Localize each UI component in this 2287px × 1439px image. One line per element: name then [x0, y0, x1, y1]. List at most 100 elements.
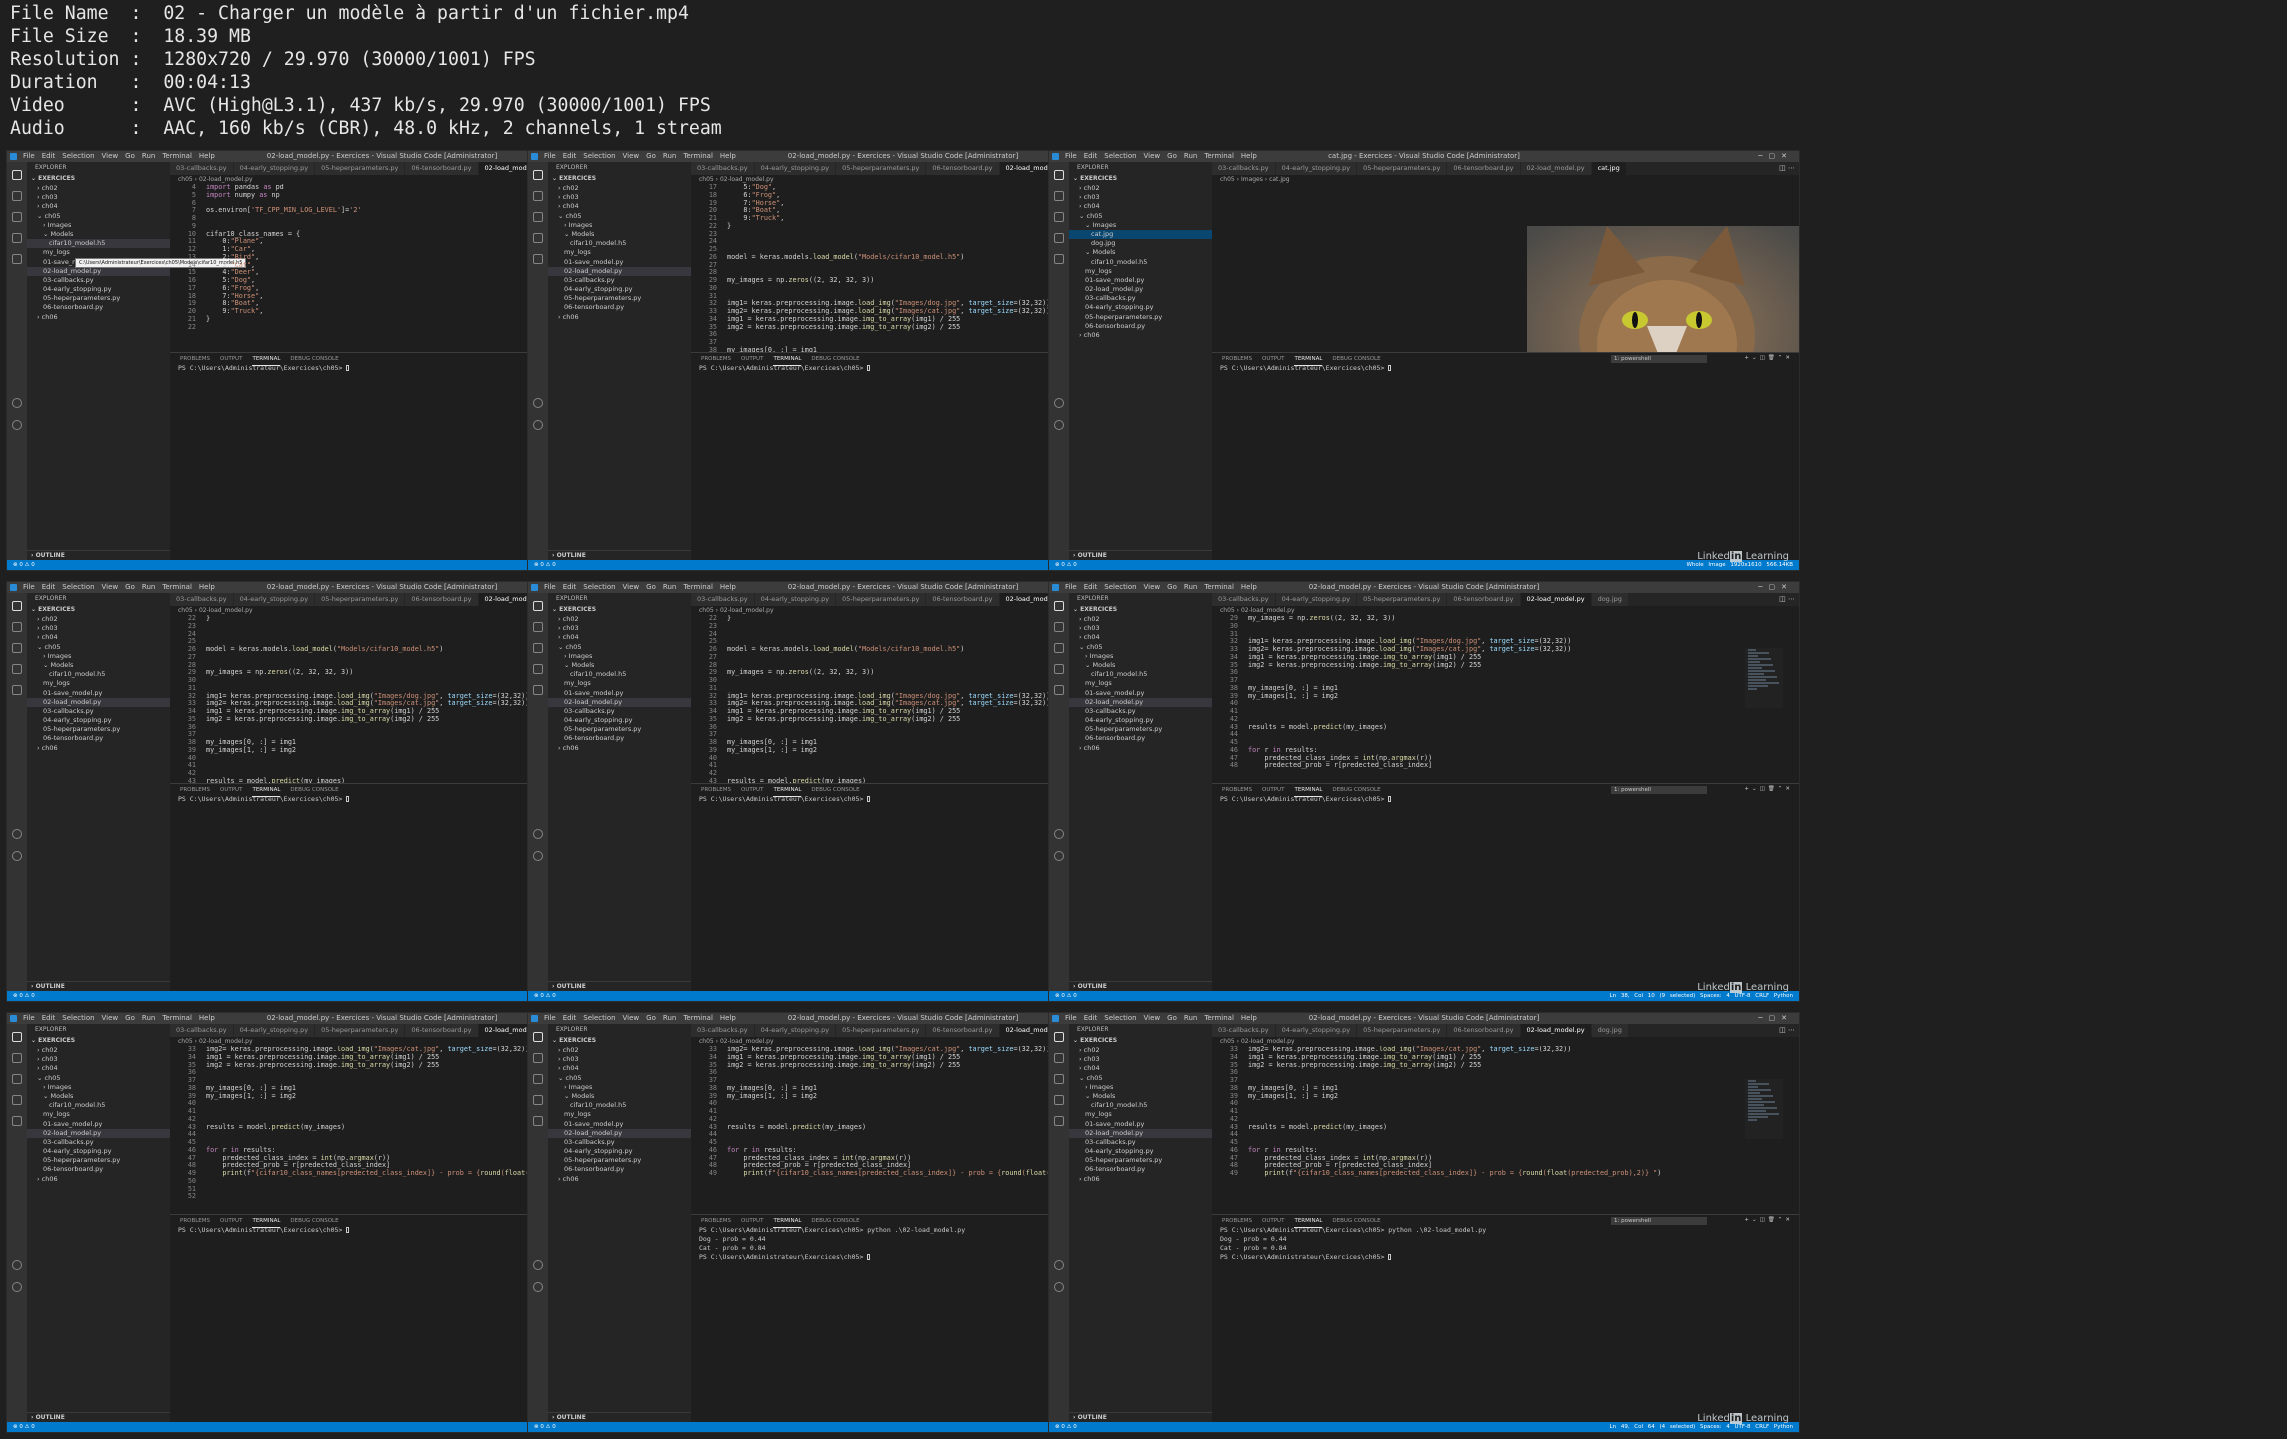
tree-item[interactable]: ⌄ Models: [27, 661, 170, 670]
tree-item[interactable]: 05-heperparameters.py: [1069, 313, 1212, 322]
search-icon[interactable]: [533, 1053, 543, 1063]
tree-item[interactable]: cifar10_model.h5: [27, 239, 170, 249]
tree-item[interactable]: › ch06: [27, 313, 170, 322]
tree-item[interactable]: › Images: [548, 221, 691, 230]
panel-actions-icon[interactable]: +⌄◫🗑⌃✕: [1744, 355, 1793, 361]
editor-tab[interactable]: 06-tensorboard.py: [405, 1024, 479, 1037]
tree-item[interactable]: 03-callbacks.py: [27, 276, 170, 285]
tree-item[interactable]: cat.jpg: [1069, 229, 1212, 240]
gear-icon[interactable]: [12, 420, 22, 430]
editor-tab[interactable]: 02-load_model.py: [1520, 593, 1592, 606]
status-errors[interactable]: ⊗ 0 ⚠ 0: [1055, 560, 1077, 570]
account-icon[interactable]: [533, 1260, 543, 1270]
extensions-icon[interactable]: [1054, 685, 1064, 695]
tree-item[interactable]: 05-heperparameters.py: [27, 1156, 170, 1165]
search-icon[interactable]: [533, 191, 543, 201]
editor-tab[interactable]: 05-heperparameters.py: [836, 1024, 927, 1037]
account-icon[interactable]: [533, 398, 543, 408]
tree-item[interactable]: my_logs: [27, 679, 170, 688]
tree-item[interactable]: 06-tensorboard.py: [27, 303, 170, 312]
tree-item[interactable]: 01-save_model.py: [1069, 689, 1212, 698]
editor-tab[interactable]: 04-early_stopping.py: [754, 1024, 837, 1037]
tree-item[interactable]: 05-heperparameters.py: [27, 294, 170, 303]
status-errors[interactable]: ⊗ 0 ⚠ 0: [534, 1422, 556, 1432]
run-icon[interactable]: [533, 664, 543, 674]
tree-item[interactable]: › ch04: [548, 202, 691, 211]
editor-tab[interactable]: 03-callbacks.py: [1212, 162, 1276, 175]
tree-item[interactable]: 05-heperparameters.py: [548, 725, 691, 734]
tree-item[interactable]: › ch06: [27, 744, 170, 753]
files-icon[interactable]: [1054, 1032, 1064, 1042]
editor-tab[interactable]: 05-heperparameters.py: [315, 593, 406, 606]
tree-item[interactable]: ⌄ ch05: [27, 212, 170, 221]
tree-item[interactable]: 04-early_stopping.py: [1069, 1147, 1212, 1156]
tree-item[interactable]: 04-early_stopping.py: [548, 716, 691, 725]
files-icon[interactable]: [533, 601, 543, 611]
tree-item[interactable]: 06-tensorboard.py: [548, 734, 691, 743]
terminal[interactable]: PS C:\Users\Administrateur\Exercices\ch0…: [1212, 795, 1799, 985]
tree-item[interactable]: ⌄ Models: [1069, 1092, 1212, 1101]
shell-select[interactable]: 1: powershell: [1611, 786, 1707, 794]
tree-item[interactable]: ⌄ ch05: [27, 1074, 170, 1083]
editor-tab[interactable]: 06-tensorboard.py: [405, 162, 479, 175]
tree-item[interactable]: 01-save_model.py: [548, 258, 691, 267]
status-errors[interactable]: ⊗ 0 ⚠ 0: [13, 1422, 35, 1432]
explorer-root[interactable]: ⌄ EXERCICES: [548, 174, 691, 184]
tree-item[interactable]: ⌄ ch05: [548, 1074, 691, 1083]
tree-item[interactable]: › ch03: [27, 193, 170, 202]
explorer-root[interactable]: ⌄ EXERCICES: [27, 1036, 170, 1046]
tree-item[interactable]: 05-heperparameters.py: [1069, 1156, 1212, 1165]
editor-tab[interactable]: 02-load_model.py: [1520, 162, 1592, 175]
search-icon[interactable]: [12, 1053, 22, 1063]
tree-item[interactable]: 02-load_model.py: [27, 697, 170, 707]
explorer-root[interactable]: ⌄ EXERCICES: [27, 605, 170, 615]
tree-item[interactable]: ⌄ Models: [27, 230, 170, 239]
outline-section[interactable]: › OUTLINE: [1069, 981, 1212, 991]
tree-item[interactable]: my_logs: [1069, 679, 1212, 688]
tree-item[interactable]: cifar10_model.h5: [548, 239, 691, 248]
explorer-root[interactable]: ⌄ EXERCICES: [1069, 605, 1212, 615]
extensions-icon[interactable]: [533, 1116, 543, 1126]
files-icon[interactable]: [12, 601, 22, 611]
editor-tab[interactable]: 05-heperparameters.py: [1357, 162, 1448, 175]
code-editor[interactable]: 29 30 31 32 33 34 35 36 37 38 39 40 41 42 43 44 45 46 47 48…: [1212, 615, 1799, 783]
tree-item[interactable]: › ch02: [27, 1046, 170, 1055]
status-errors[interactable]: ⊗ 0 ⚠ 0: [1055, 1422, 1077, 1432]
editor-tab[interactable]: dog.jpg: [1591, 593, 1629, 606]
code-editor[interactable]: 33 34 35 36 37 38 39 40 41 42 43 44 45 46 47 48 49 img2= …: [1212, 1046, 1799, 1214]
tree-item[interactable]: › ch03: [27, 624, 170, 633]
tree-item[interactable]: › ch06: [548, 1175, 691, 1184]
tree-item[interactable]: › Images: [548, 1083, 691, 1092]
tree-item[interactable]: 03-callbacks.py: [548, 707, 691, 716]
files-icon[interactable]: [12, 1032, 22, 1042]
extensions-icon[interactable]: [533, 685, 543, 695]
tree-item[interactable]: ⌄ Models: [1069, 661, 1212, 670]
editor-tab[interactable]: 03-callbacks.py: [1212, 1024, 1276, 1037]
gear-icon[interactable]: [1054, 851, 1064, 861]
outline-section[interactable]: › OUTLINE: [548, 550, 691, 560]
tree-item[interactable]: › ch03: [548, 1055, 691, 1064]
tree-item[interactable]: cifar10_model.h5: [548, 670, 691, 679]
gear-icon[interactable]: [1054, 1282, 1064, 1292]
tree-item[interactable]: › ch04: [27, 633, 170, 642]
minimap[interactable]: [1745, 1079, 1783, 1139]
tree-item[interactable]: 02-load_model.py: [548, 1128, 691, 1138]
editor-tab[interactable]: 04-early_stopping.py: [754, 162, 837, 175]
tree-item[interactable]: 03-callbacks.py: [1069, 1138, 1212, 1147]
editor-tab[interactable]: 04-early_stopping.py: [1275, 1024, 1358, 1037]
outline-section[interactable]: › OUTLINE: [548, 981, 691, 991]
outline-section[interactable]: › OUTLINE: [27, 1412, 170, 1422]
gear-icon[interactable]: [533, 851, 543, 861]
tree-item[interactable]: ⌄ ch05: [548, 212, 691, 221]
tree-item[interactable]: › ch03: [548, 193, 691, 202]
terminal[interactable]: PS C:\Users\Administrateur\Exercices\ch0…: [1212, 1226, 1799, 1416]
files-icon[interactable]: [12, 170, 22, 180]
status-errors[interactable]: ⊗ 0 ⚠ 0: [13, 991, 35, 1001]
tree-item[interactable]: 06-tensorboard.py: [548, 303, 691, 312]
run-icon[interactable]: [12, 664, 22, 674]
tree-item[interactable]: › ch02: [27, 184, 170, 193]
breadcrumb[interactable]: ch05 › Images › cat.jpg: [1212, 175, 1799, 184]
tree-item[interactable]: ⌄ Images: [1069, 221, 1212, 230]
tree-item[interactable]: › ch04: [548, 1064, 691, 1073]
source-control-icon[interactable]: [12, 643, 22, 653]
